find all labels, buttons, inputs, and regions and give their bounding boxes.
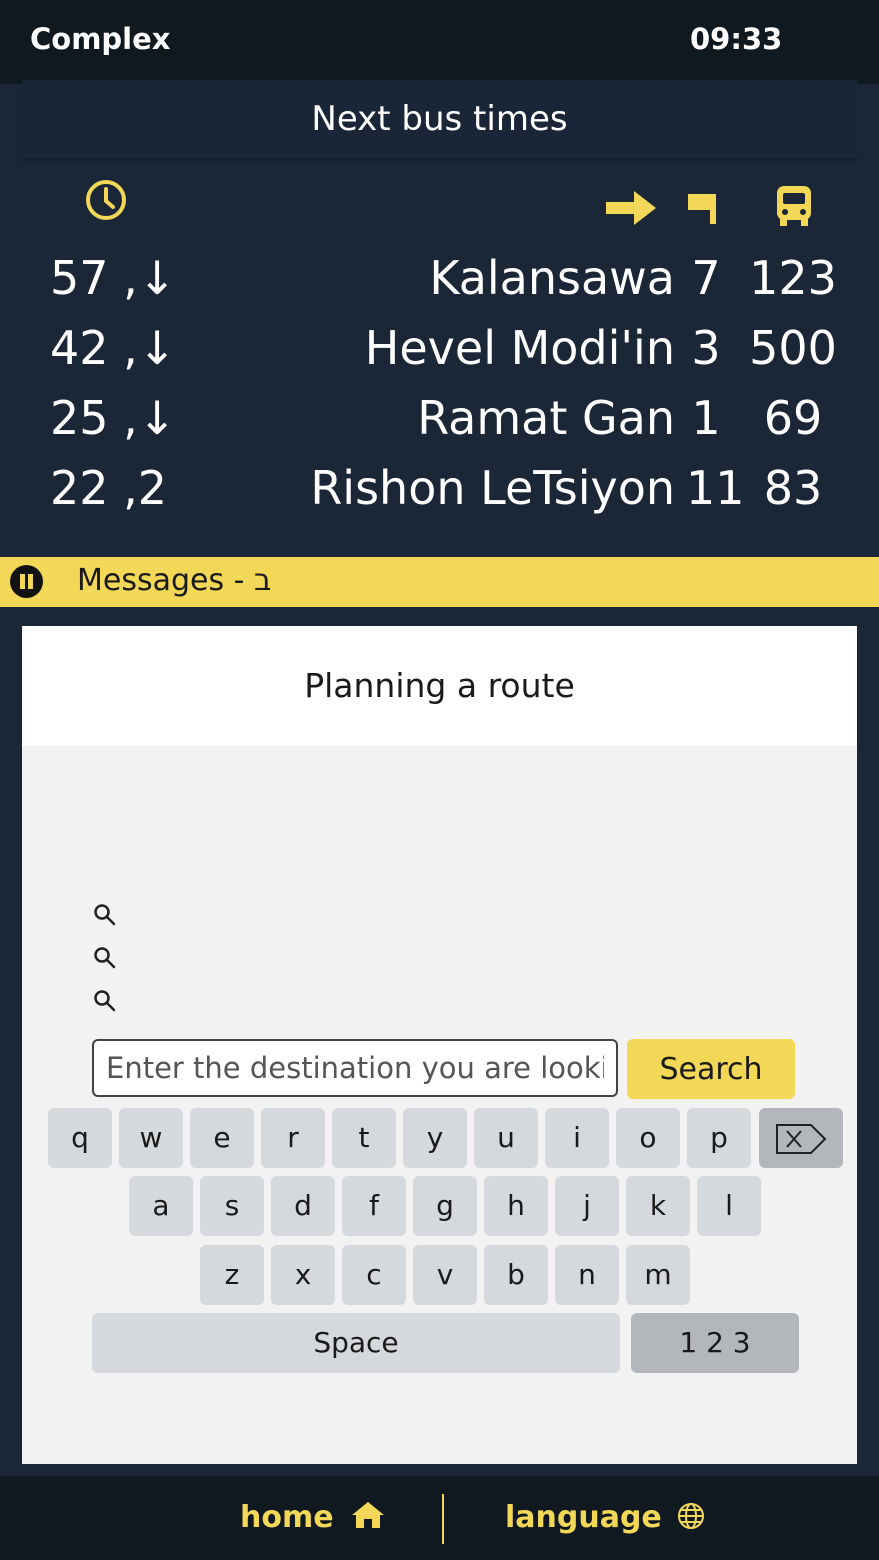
line-number: 69 — [763, 391, 823, 445]
home-icon — [352, 1502, 385, 1528]
key-c[interactable]: c — [342, 1245, 406, 1305]
key-d[interactable]: d — [271, 1176, 335, 1236]
key-s[interactable]: s — [200, 1176, 264, 1236]
search-button[interactable]: Search — [627, 1039, 795, 1099]
bus-icon — [777, 186, 811, 226]
key-e[interactable]: e — [190, 1108, 254, 1168]
panel-title: Next bus times — [22, 80, 857, 161]
backspace-icon — [776, 1124, 827, 1154]
key-q[interactable]: q — [48, 1108, 112, 1168]
platform: 11 — [686, 461, 745, 515]
search-icon[interactable] — [92, 945, 118, 971]
backspace-key[interactable] — [759, 1108, 843, 1168]
line-number: 83 — [763, 461, 823, 515]
bus-times-panel: Next bus times 57 ,↓ Kalansawa 7 123 42 … — [22, 80, 857, 544]
platform: 7 — [691, 251, 721, 305]
minutes-to-arrival: 57 ,↓ — [50, 251, 177, 305]
destination: Rishon LeTsiyon — [310, 461, 675, 515]
key-n[interactable]: n — [555, 1245, 619, 1305]
key-y[interactable]: y — [403, 1108, 467, 1168]
platform: 3 — [691, 321, 721, 375]
footer-bar: home language — [0, 1476, 879, 1560]
space-key[interactable]: Space — [92, 1313, 620, 1373]
home-link[interactable]: home — [240, 1500, 386, 1535]
arrow-right-icon — [606, 191, 656, 225]
language-label: language — [505, 1500, 662, 1535]
key-p[interactable]: p — [687, 1108, 751, 1168]
key-w[interactable]: w — [119, 1108, 183, 1168]
key-g[interactable]: g — [413, 1176, 477, 1236]
key-v[interactable]: v — [413, 1245, 477, 1305]
line-number: 500 — [749, 321, 837, 375]
minutes-to-arrival: 25 ,↓ — [50, 391, 177, 445]
key-h[interactable]: h — [484, 1176, 548, 1236]
clock: 09:33 — [690, 22, 783, 56]
search-icon[interactable] — [92, 988, 118, 1014]
bus-row: 22 ,2 Rishon LeTsiyon 11 83 — [22, 453, 857, 523]
key-m[interactable]: m — [626, 1245, 690, 1305]
footer-divider — [442, 1494, 444, 1544]
globe-icon — [678, 1503, 705, 1529]
home-label: home — [240, 1500, 334, 1535]
bus-row: 25 ,↓ Ramat Gan 1 69 — [22, 383, 857, 453]
key-u[interactable]: u — [474, 1108, 538, 1168]
platform: 1 — [691, 391, 721, 445]
search-icon[interactable] — [92, 902, 118, 928]
app-title: Complex — [30, 22, 171, 56]
key-r[interactable]: r — [261, 1108, 325, 1168]
key-j[interactable]: j — [555, 1176, 619, 1236]
numbers-key[interactable]: 1 2 3 — [631, 1313, 799, 1373]
language-link[interactable]: language — [505, 1500, 706, 1535]
messages-ticker: Messages - ב — [0, 557, 879, 607]
key-b[interactable]: b — [484, 1245, 548, 1305]
key-t[interactable]: t — [332, 1108, 396, 1168]
bus-row: 42 ,↓ Hevel Modi'in 3 500 — [22, 313, 857, 383]
bus-row: 57 ,↓ Kalansawa 7 123 — [22, 243, 857, 313]
clock-icon — [86, 180, 126, 220]
minutes-to-arrival: 42 ,↓ — [50, 321, 177, 375]
key-x[interactable]: x — [271, 1245, 335, 1305]
minutes-to-arrival: 22 ,2 — [50, 461, 168, 515]
destination-search-input[interactable] — [92, 1039, 618, 1097]
key-a[interactable]: a — [129, 1176, 193, 1236]
flag-icon — [688, 194, 716, 224]
key-o[interactable]: o — [616, 1108, 680, 1168]
destination: Hevel Modi'in — [364, 321, 675, 375]
line-number: 123 — [749, 251, 837, 305]
route-planner: Planning a route Search q w e r t y u i … — [22, 626, 857, 1464]
key-l[interactable]: l — [697, 1176, 761, 1236]
pause-icon[interactable] — [10, 565, 43, 598]
destination: Ramat Gan — [417, 391, 675, 445]
key-k[interactable]: k — [626, 1176, 690, 1236]
route-title: Planning a route — [22, 626, 857, 746]
ticker-text: Messages - ב — [77, 563, 272, 598]
key-z[interactable]: z — [200, 1245, 264, 1305]
top-bar: Complex 09:33 — [0, 0, 879, 84]
key-f[interactable]: f — [342, 1176, 406, 1236]
destination: Kalansawa — [429, 251, 675, 305]
key-i[interactable]: i — [545, 1108, 609, 1168]
